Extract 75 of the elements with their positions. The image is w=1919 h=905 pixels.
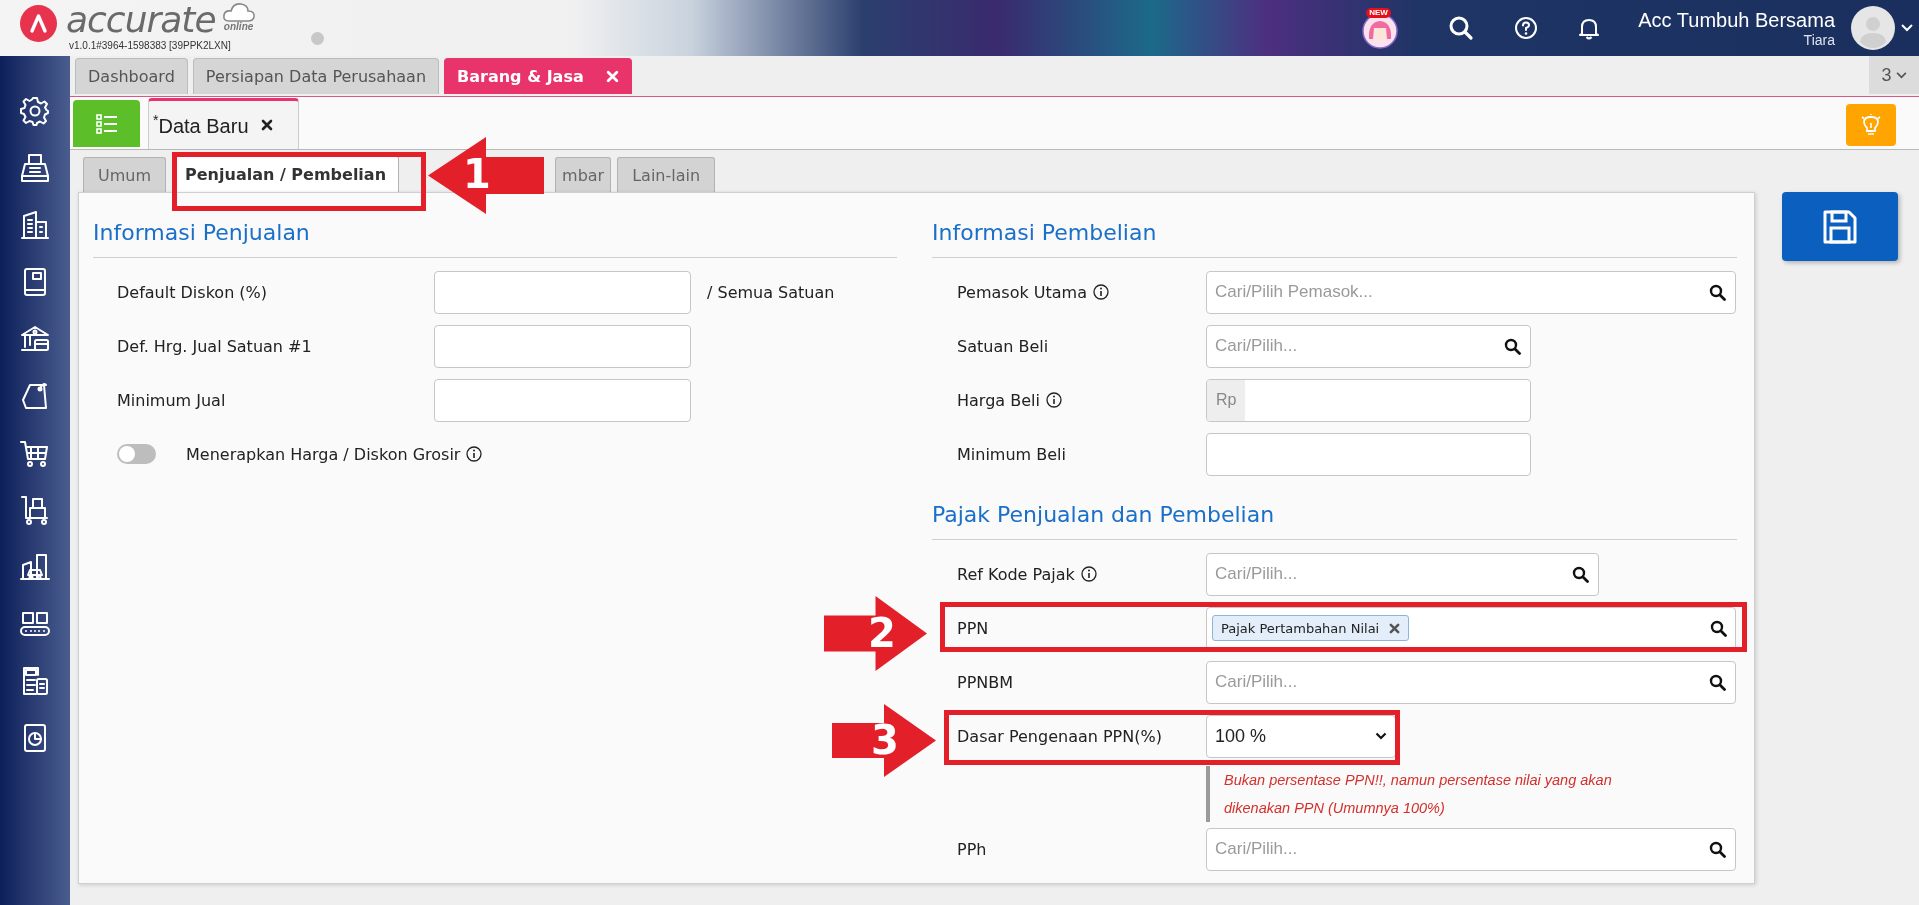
field-label: Ref Kode Pajak xyxy=(957,564,1075,584)
avatar-icon[interactable] xyxy=(1851,6,1895,50)
field-label: PPNBM xyxy=(957,672,1014,692)
annotation-number: 1 xyxy=(463,152,491,196)
form-tab[interactable]: mbar xyxy=(555,157,612,192)
search-icon[interactable] xyxy=(1572,565,1589,583)
text-field[interactable] xyxy=(434,378,691,422)
fax-icon[interactable] xyxy=(19,152,51,184)
field-suffix: / Semua Satuan xyxy=(707,282,835,302)
company-name: Acc Tumbuh Bersama xyxy=(1638,7,1835,32)
user-name: Tiara xyxy=(1803,31,1835,49)
tag-field[interactable]: Pajak Pertambahan Nilai xyxy=(1206,606,1736,650)
field-label: Dasar Pengenaan PPN(%) xyxy=(957,726,1162,746)
section-heading: Pajak Penjualan dan Pembelian xyxy=(932,481,1737,540)
page-tab[interactable]: Dashboard xyxy=(75,58,188,94)
hint-note: Bukan persentase PPN!!, namun persentase nilai yang akan dikenakan PPN (Umumnya 100%) xyxy=(1206,766,1674,822)
field-label: Menerapkan Harga / Diskon Grosir xyxy=(186,444,461,464)
page-tab[interactable]: Persiapan Data Perusahaan xyxy=(192,58,440,94)
tag-chip[interactable]: Pajak Pertambahan Nilai xyxy=(1212,615,1410,641)
page-tab[interactable]: Barang & Jasa xyxy=(444,58,632,94)
field-label: Minimum Beli xyxy=(957,444,1066,464)
field-label: Default Diskon (%) xyxy=(117,282,268,302)
field-label: PPN xyxy=(957,618,989,638)
currency-prefix: Rp xyxy=(1207,379,1246,421)
logo-text: accurate xyxy=(66,0,216,40)
logo-icon xyxy=(20,5,57,42)
search-field[interactable]: Cari/Pilih... xyxy=(1206,324,1531,368)
save-button[interactable] xyxy=(1782,192,1898,261)
text-field[interactable] xyxy=(1206,432,1531,476)
form-tab[interactable]: Lain-lain xyxy=(617,157,716,192)
close-icon[interactable] xyxy=(1389,622,1401,634)
building-icon[interactable] xyxy=(19,209,51,241)
search-field[interactable]: Cari/Pilih Pemasok... xyxy=(1206,270,1736,314)
new-badge: NEW xyxy=(1366,8,1391,18)
field-label: Satuan Beli xyxy=(957,336,1049,356)
search-field[interactable]: Cari/Pilih... xyxy=(1206,660,1736,704)
select-field[interactable]: 100 % xyxy=(1206,714,1396,758)
text-field[interactable] xyxy=(434,324,691,368)
text-field[interactable] xyxy=(434,270,691,314)
field-label: Harga Beli xyxy=(957,390,1040,410)
gear-icon[interactable] xyxy=(19,95,51,127)
hand-truck-icon[interactable] xyxy=(19,494,51,526)
close-icon[interactable] xyxy=(260,119,273,131)
currency-field[interactable] xyxy=(1206,378,1531,422)
bell-icon[interactable] xyxy=(1578,16,1601,40)
lightbulb-icon xyxy=(1861,114,1881,136)
section-heading: Informasi Pembelian xyxy=(932,193,1737,258)
search-field[interactable]: Cari/Pilih... xyxy=(1206,827,1736,871)
field-label: Pemasok Utama xyxy=(957,282,1087,302)
status-dot xyxy=(310,32,324,45)
search-icon[interactable] xyxy=(1710,619,1727,637)
logo-subtext: online xyxy=(223,22,254,32)
search-icon[interactable] xyxy=(1709,673,1726,691)
annotation-number: 2 xyxy=(868,611,896,655)
search-icon[interactable] xyxy=(1448,15,1475,41)
document-tab[interactable]: $^{*}$Data Baru xyxy=(148,98,299,149)
chevron-down-icon[interactable] xyxy=(1901,24,1913,32)
version-text: v1.0.1#3964-1598383 [39PPK2LXN] xyxy=(69,40,232,51)
list-icon xyxy=(95,113,118,134)
search-icon[interactable] xyxy=(1709,283,1726,301)
search-icon[interactable] xyxy=(1504,337,1521,355)
chevron-down-icon xyxy=(1895,71,1907,79)
help-icon[interactable] xyxy=(1514,16,1539,40)
toggle-switch[interactable] xyxy=(117,444,156,464)
cloud-icon xyxy=(221,2,256,22)
search-icon[interactable] xyxy=(1709,840,1726,858)
buildings-car-icon[interactable] xyxy=(19,551,51,583)
annotation-number: 3 xyxy=(871,718,899,762)
field-label: Minimum Jual xyxy=(117,390,226,410)
search-field[interactable]: Cari/Pilih... xyxy=(1206,552,1599,596)
tab-count-button[interactable]: 3 xyxy=(1869,56,1919,94)
form-tab[interactable]: Umum xyxy=(83,157,167,192)
chevron-down-icon xyxy=(1375,732,1387,740)
field-label: Def. Hrg. Jual Satuan #1 xyxy=(117,336,312,356)
field-label: PPh xyxy=(957,839,987,859)
